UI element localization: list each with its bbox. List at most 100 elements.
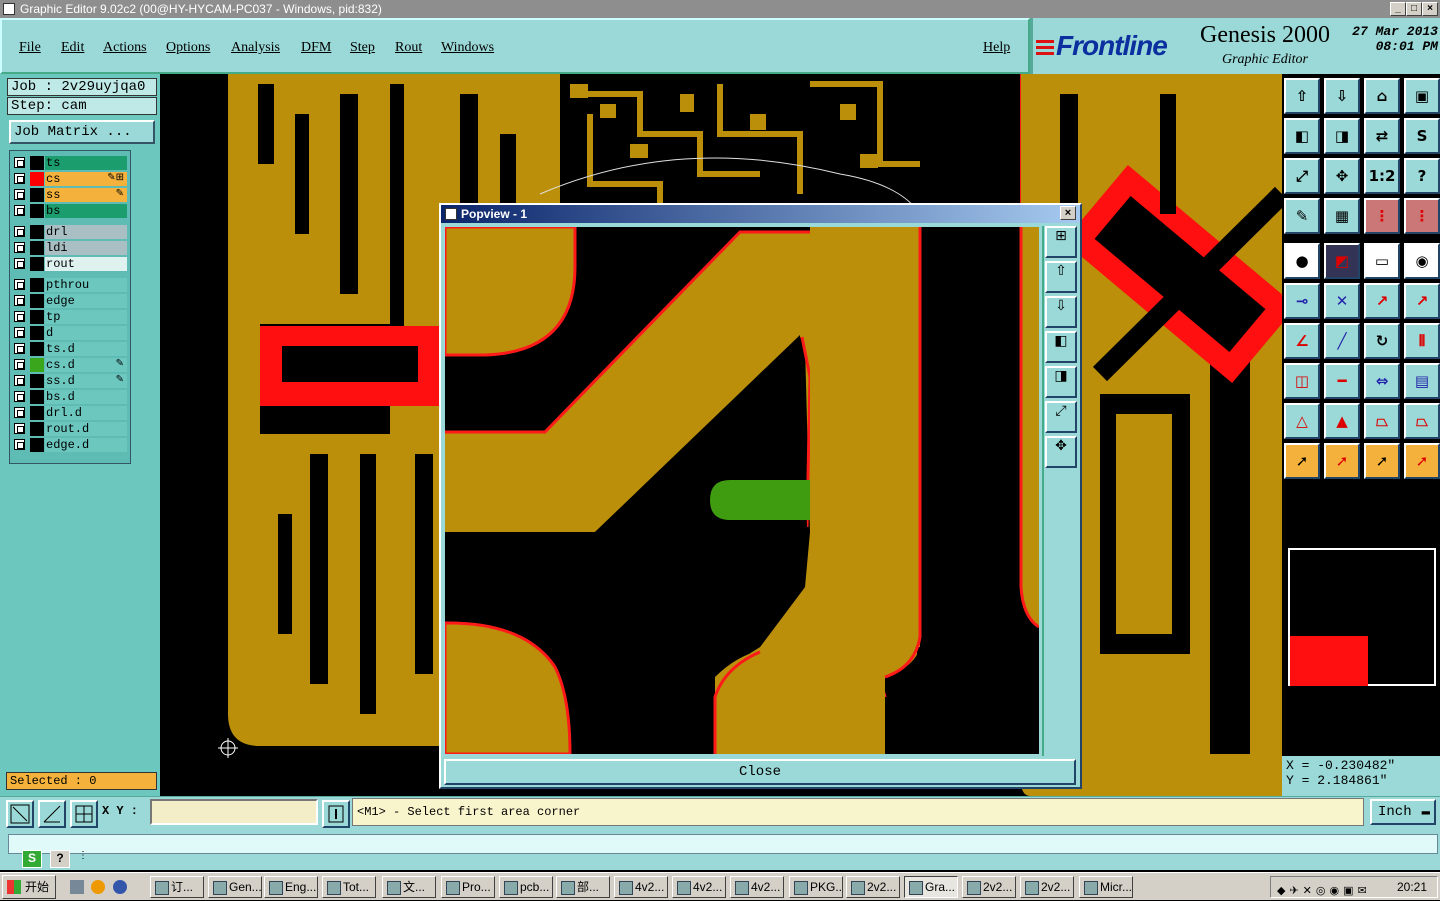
tool-button-30[interactable]: ━ [1324,363,1360,399]
layer-color-swatch[interactable] [30,225,44,239]
browser-icon[interactable] [112,880,127,894]
taskbar-item-16[interactable]: 2v2... [1020,876,1074,898]
layer-row-ldi[interactable]: ldi [11,241,127,255]
taskbar-item-1[interactable]: 订... [150,876,204,898]
tool-button-35[interactable]: ⏢ [1364,403,1400,439]
layer-color-swatch[interactable] [30,294,44,308]
maximize-button[interactable]: □ [1406,2,1422,16]
menu-windows[interactable]: Windows [441,40,494,56]
tool-button-2[interactable]: ⇩ [1324,78,1360,114]
taskbar-item-11[interactable]: 4v2... [730,876,784,898]
tool-button-38[interactable]: ➚ [1324,443,1360,479]
tool-button-8[interactable]: S [1404,118,1440,154]
taskbar-item-15[interactable]: 2v2... [962,876,1016,898]
tool-button-13[interactable]: ✎ [1284,198,1320,234]
minimize-button[interactable]: _ [1390,2,1406,16]
taskbar-item-2[interactable]: Gen... [208,876,262,898]
tool-button-26[interactable]: ╱ [1324,323,1360,359]
layer-color-swatch[interactable] [30,310,44,324]
tool-button-23[interactable]: ↗ [1364,283,1400,319]
tool-button-36[interactable]: ⏢ [1404,403,1440,439]
layer-row-bs-d[interactable]: bs.d [11,390,127,404]
layer-checkbox[interactable] [14,423,25,434]
popview-close-icon[interactable]: × [1060,206,1076,220]
menu-options[interactable]: Options [166,40,210,56]
menu-actions[interactable]: Actions [103,40,147,56]
popview-tool-2[interactable]: ⇧ [1045,261,1077,293]
taskbar-item-10[interactable]: 4v2... [672,876,726,898]
tool-button-33[interactable]: △ [1284,403,1320,439]
layer-color-swatch[interactable] [30,156,44,170]
menu-rout[interactable]: Rout [395,40,422,56]
tool-button-14[interactable]: ▦ [1324,198,1360,234]
tool-button-5[interactable]: ◧ [1284,118,1320,154]
layer-name[interactable]: ts [45,156,127,170]
unit-selector[interactable]: Inch ▬ [1370,799,1436,825]
taskbar-item-17[interactable]: Micr... [1079,876,1133,898]
tool-button-20[interactable]: ◉ [1404,243,1440,279]
tool-button-1[interactable]: ⇧ [1284,78,1320,114]
tool-button-18[interactable]: ◩ [1324,243,1360,279]
tool-button-28[interactable]: ⫴ [1404,323,1440,359]
layer-row-bs[interactable]: bs [11,204,127,218]
layer-color-swatch[interactable] [30,358,44,372]
tool-button-22[interactable]: ✕ [1324,283,1360,319]
tool-button-11[interactable]: 1:2 [1364,158,1400,194]
layer-color-swatch[interactable] [30,342,44,356]
layer-name[interactable]: edge.d [45,438,127,452]
layer-row-drl[interactable]: drl [11,225,127,239]
tool-button-25[interactable]: ∠ [1284,323,1320,359]
layer-checkbox[interactable] [14,391,25,402]
layer-name[interactable]: bs [45,204,127,218]
layer-row-cs[interactable]: cs ✎⊞ [11,172,127,186]
layer-name[interactable]: rout [45,257,127,271]
layer-name[interactable]: edge [45,294,127,308]
tool-button-34[interactable]: ▲ [1324,403,1360,439]
info-button[interactable] [322,800,350,828]
popview-canvas[interactable] [445,227,1039,754]
popview-tool-5[interactable]: ◨ [1045,366,1077,398]
layer-row-rout[interactable]: rout [11,257,127,271]
popview-title-bar[interactable]: Popview - 1 [441,205,1080,223]
tool-button-4[interactable]: ▣ [1404,78,1440,114]
tool-button-31[interactable]: ⇔ [1364,363,1400,399]
more-icon[interactable]: ⋮ [76,850,90,868]
tool-button-15[interactable]: ⋮ [1364,198,1400,234]
layer-row-ts[interactable]: ts [11,156,127,170]
layer-row-drl-d[interactable]: drl.d [11,406,127,420]
tool-button-16[interactable]: ⋮ [1404,198,1440,234]
menu-dfm[interactable]: DFM [301,40,331,56]
layer-name[interactable]: bs.d [45,390,127,404]
tool-button-21[interactable]: ⊸ [1284,283,1320,319]
popview-close-button[interactable]: Close [444,759,1076,785]
taskbar-item-5[interactable]: 文... [382,876,436,898]
tool-button-24[interactable]: ↗ [1404,283,1440,319]
close-window-button[interactable]: × [1422,2,1438,16]
desktop-icon[interactable] [70,880,84,894]
layer-color-swatch[interactable] [30,188,44,202]
layer-color-swatch[interactable] [30,278,44,292]
menu-analysis[interactable]: Analysis [231,40,280,56]
layer-row-d[interactable]: d [11,326,127,340]
layer-checkbox[interactable] [14,359,25,370]
layer-row-edge-d[interactable]: edge.d [11,438,127,452]
taskbar-item-6[interactable]: Pro... [441,876,495,898]
layer-name[interactable]: ldi [45,241,127,255]
layer-checkbox[interactable] [14,407,25,418]
layer-color-swatch[interactable] [30,406,44,420]
layer-row-edge[interactable]: edge [11,294,127,308]
layer-name[interactable]: drl [45,225,127,239]
script-icon[interactable]: S [22,850,42,868]
popview-tool-1[interactable]: ⊞ [1045,226,1077,258]
layer-name[interactable]: pthrou [45,278,127,292]
taskbar-item-7[interactable]: pcb... [499,876,553,898]
layer-name[interactable]: tp [45,310,127,324]
layer-color-swatch[interactable] [30,172,44,186]
tool-button-37[interactable]: ➚ [1284,443,1320,479]
grid-button[interactable] [70,800,98,828]
layer-checkbox[interactable] [14,311,25,322]
popview-tool-4[interactable]: ◧ [1045,331,1077,363]
menu-file[interactable]: File [19,40,41,56]
tool-button-10[interactable]: ✥ [1324,158,1360,194]
taskbar-item-4[interactable]: Tot... [322,876,376,898]
